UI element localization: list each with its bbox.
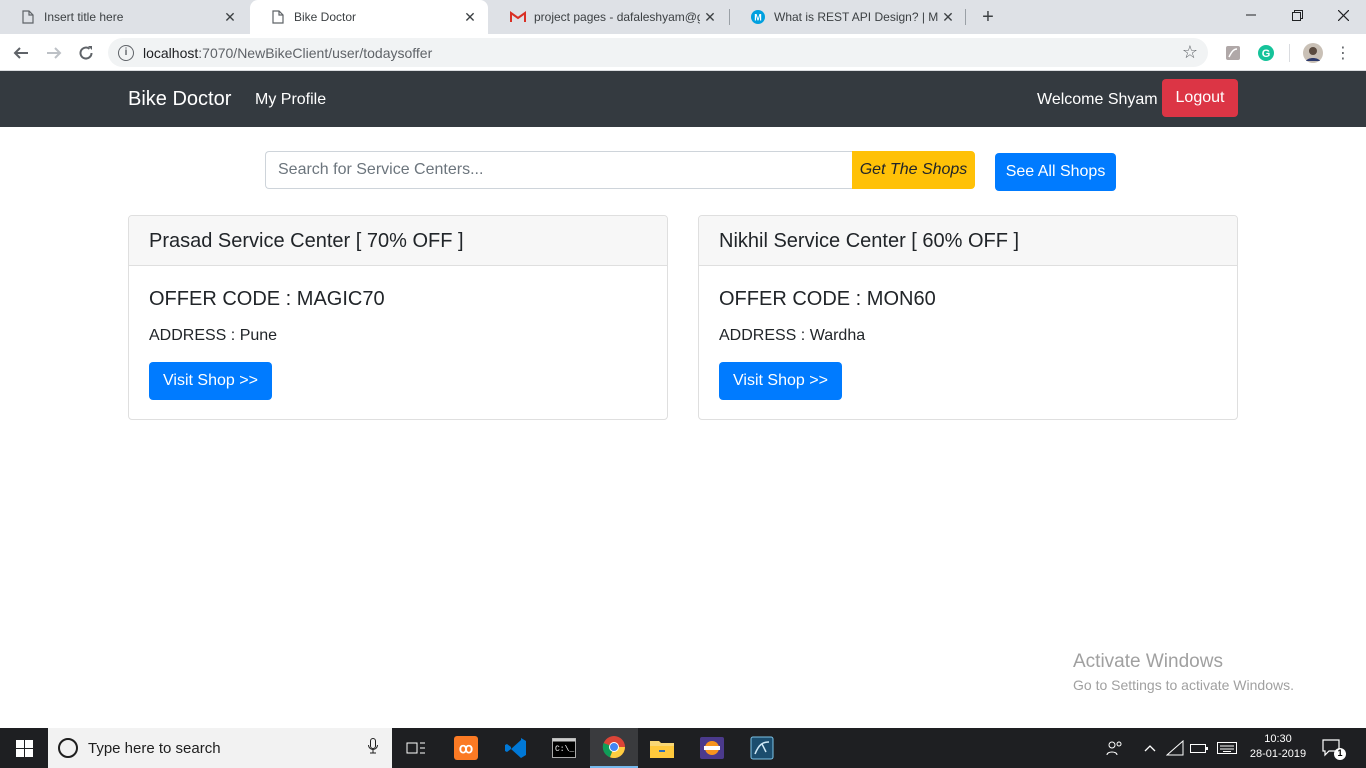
offer-card-title: Prasad Service Center [ 70% OFF ]	[129, 216, 667, 266]
people-icon[interactable]	[1102, 728, 1128, 768]
new-tab-icon[interactable]: +	[976, 5, 1000, 29]
visit-shop-button[interactable]: Visit Shop >>	[149, 362, 272, 400]
windows-start-icon[interactable]	[0, 728, 48, 768]
action-center-icon[interactable]: 1	[1322, 738, 1346, 760]
wifi-icon[interactable]	[1164, 728, 1186, 768]
logout-button[interactable]: Logout	[1162, 79, 1238, 117]
back-arrow-icon[interactable]	[7, 39, 35, 67]
get-shops-button[interactable]: Get The Shops	[852, 151, 975, 189]
clock-date: 28-01-2019	[1249, 748, 1307, 760]
offer-card-body: OFFER CODE : MON60 ADDRESS : Wardha Visi…	[699, 266, 1237, 400]
search-group: Get The Shops	[265, 151, 975, 189]
offer-code: OFFER CODE : MAGIC70	[149, 288, 385, 310]
page-icon	[270, 9, 286, 25]
close-icon[interactable]: ✕	[938, 7, 958, 27]
tab-title: Bike Doctor	[294, 10, 357, 24]
taskbar-search-placeholder: Type here to search	[88, 739, 221, 757]
see-all-shops-button[interactable]: See All Shops	[995, 153, 1116, 191]
svg-text:G: G	[1262, 48, 1271, 60]
toolbar-divider	[1289, 44, 1290, 62]
tab-title: What is REST API Design? | MuleS	[774, 10, 938, 24]
vscode-icon[interactable]	[492, 728, 540, 768]
offer-card-title: Nikhil Service Center [ 60% OFF ]	[699, 216, 1237, 266]
profile-avatar-icon[interactable]	[1303, 43, 1323, 63]
brand-logo[interactable]: Bike Doctor	[128, 88, 231, 111]
browser-toolbar: i localhost:7070/NewBikeClient/user/toda…	[0, 34, 1366, 71]
tab-gmail[interactable]: project pages - dafaleshyam@gm ✕	[490, 0, 728, 34]
chevron-up-icon[interactable]	[1140, 728, 1160, 768]
notification-count: 1	[1337, 748, 1343, 758]
close-icon[interactable]: ✕	[220, 7, 240, 27]
keyboard-icon[interactable]	[1214, 728, 1240, 768]
xampp-icon[interactable]: ꝏ	[442, 728, 490, 768]
close-icon[interactable]: ✕	[460, 7, 480, 27]
url-host: localhost	[143, 44, 199, 61]
clock-time: 10:30	[1264, 733, 1292, 745]
gmail-icon	[510, 9, 526, 25]
info-icon[interactable]: i	[118, 44, 134, 61]
tab-title: project pages - dafaleshyam@gm	[534, 10, 700, 24]
command-prompt-icon[interactable]: C:\_	[540, 728, 588, 768]
close-icon[interactable]: ✕	[700, 7, 720, 27]
tab-title: Insert title here	[44, 10, 124, 24]
offer-address: ADDRESS : Pune	[149, 327, 278, 344]
forward-arrow-icon[interactable]	[40, 39, 68, 67]
mysql-workbench-icon[interactable]	[738, 728, 786, 768]
system-clock[interactable]: 10:30 28-01-2019	[1243, 732, 1313, 762]
close-window-icon[interactable]	[1320, 0, 1366, 30]
svg-text:ꝏ: ꝏ	[459, 740, 473, 756]
app-navbar: Bike Doctor My Profile Welcome Shyam Log…	[0, 71, 1366, 127]
page-icon	[20, 9, 36, 25]
restore-icon[interactable]	[1274, 0, 1320, 30]
mulesoft-icon: M	[750, 9, 766, 25]
pdf-extension-icon[interactable]	[1223, 43, 1243, 63]
welcome-text: Welcome Shyam	[1037, 91, 1158, 108]
address-bar[interactable]: i localhost:7070/NewBikeClient/user/toda…	[108, 38, 1208, 67]
menu-kebab-icon[interactable]: ⋮	[1333, 43, 1353, 63]
microphone-icon[interactable]	[368, 738, 378, 758]
task-view-icon[interactable]	[392, 728, 440, 768]
offer-card-body: OFFER CODE : MAGIC70 ADDRESS : Pune Visi…	[129, 266, 667, 400]
svg-text:M: M	[754, 13, 762, 23]
my-profile-link[interactable]: My Profile	[255, 91, 326, 109]
grammarly-icon[interactable]: G	[1256, 43, 1276, 63]
tab-bike-doctor[interactable]: Bike Doctor ✕	[250, 0, 488, 34]
url-path: :7070/NewBikeClient/user/todaysoffer	[198, 44, 433, 61]
svg-text:C:\_: C:\_	[555, 745, 574, 754]
tab-insert-title[interactable]: Insert title here ✕	[0, 0, 248, 34]
activate-windows-subtitle: Go to Settings to activate Windows.	[1073, 677, 1294, 693]
chrome-icon[interactable]	[590, 728, 638, 768]
cortana-icon	[58, 738, 78, 758]
activate-windows-title: Activate Windows	[1073, 651, 1223, 672]
reload-icon[interactable]	[72, 39, 100, 67]
offer-card: Prasad Service Center [ 70% OFF ] OFFER …	[128, 215, 668, 420]
offer-code: OFFER CODE : MON60	[719, 288, 936, 310]
offer-address: ADDRESS : Wardha	[719, 327, 866, 344]
search-input[interactable]	[265, 151, 852, 189]
eclipse-jee-icon[interactable]	[688, 728, 736, 768]
visit-shop-button[interactable]: Visit Shop >>	[719, 362, 842, 400]
tab-separator	[965, 9, 966, 25]
bookmark-star-icon[interactable]: ☆	[1182, 42, 1198, 63]
tab-mulesoft[interactable]: M What is REST API Design? | MuleS ✕	[730, 0, 966, 34]
taskbar-search-box[interactable]: Type here to search	[48, 728, 392, 768]
windows-taskbar: Type here to search ꝏ C:\_ 10:30 28-01-2…	[0, 728, 1366, 768]
browser-tab-strip: Insert title here ✕ Bike Doctor ✕ projec…	[0, 0, 1366, 34]
offer-card: Nikhil Service Center [ 60% OFF ] OFFER …	[698, 215, 1238, 420]
battery-icon[interactable]	[1188, 728, 1210, 768]
minimize-icon[interactable]	[1228, 0, 1274, 30]
file-explorer-icon[interactable]	[638, 728, 686, 768]
